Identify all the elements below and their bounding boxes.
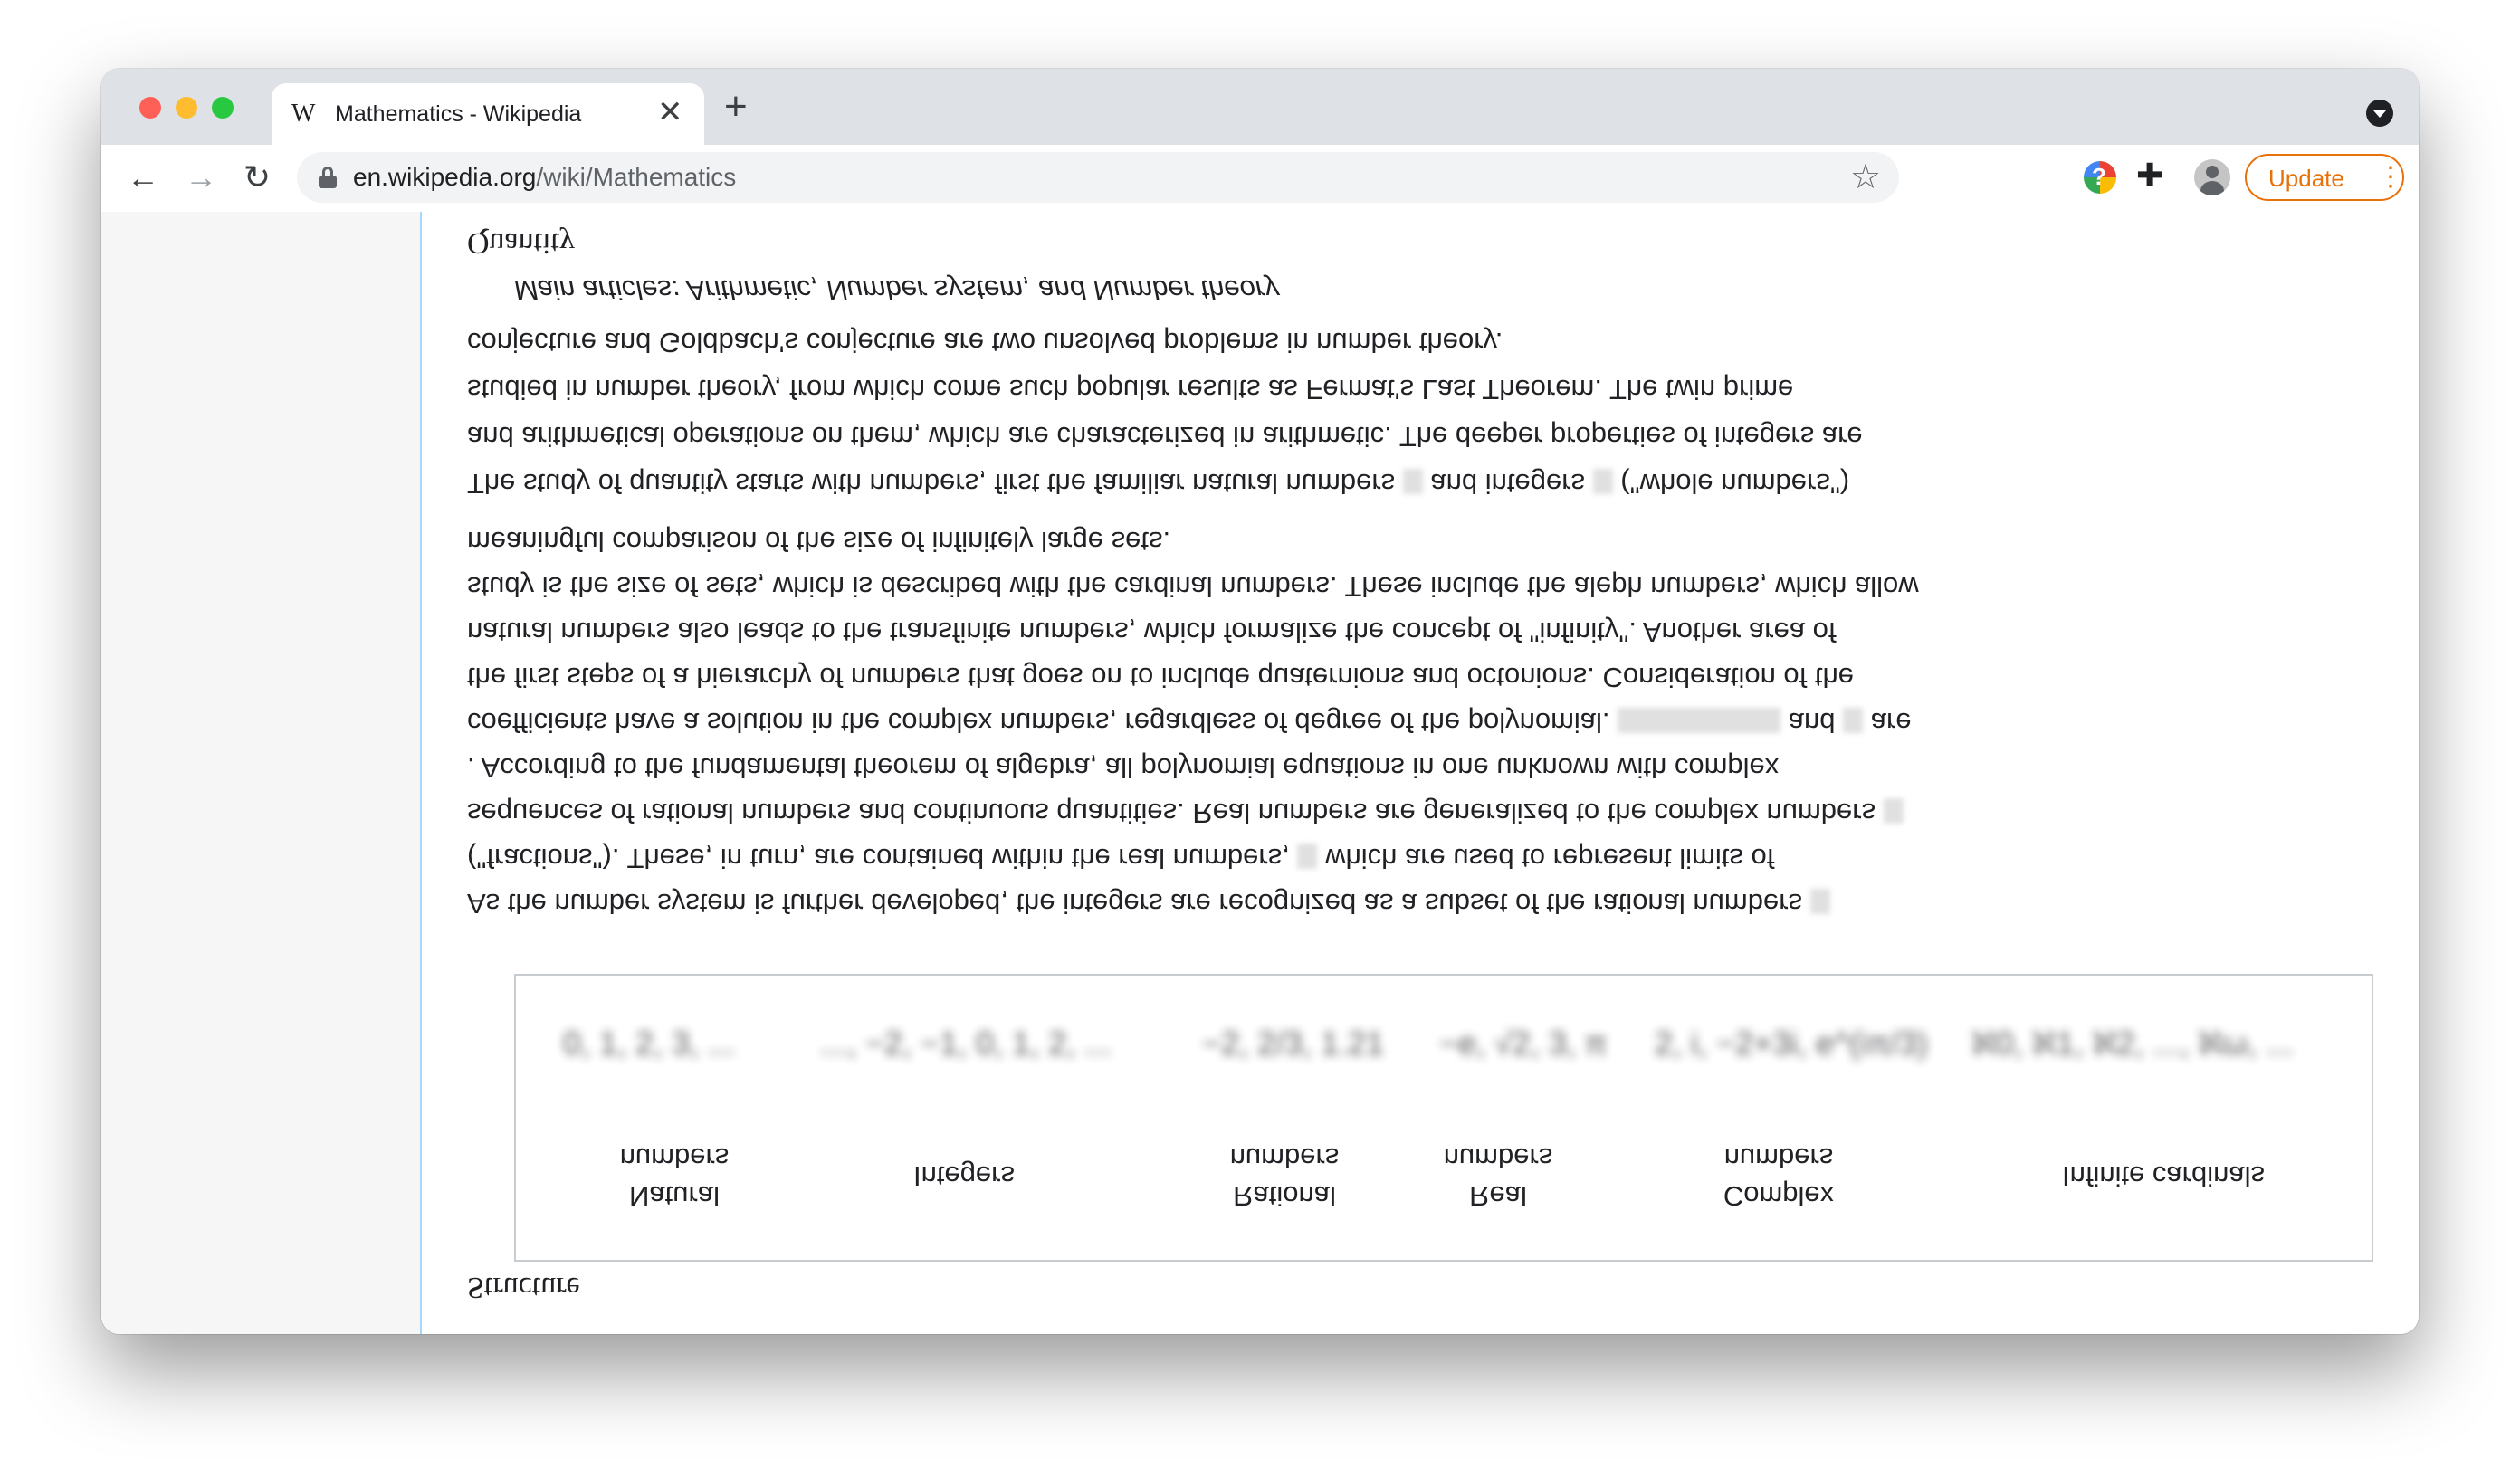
figure-label-real[interactable]: Real numbers [1421,1139,1575,1215]
number-systems-figure: 0, 1, 2, 3, ... ..., −2, −1, 0, 1, 2, ..… [514,974,2373,1262]
close-window-button[interactable] [139,97,161,119]
figure-label-infinite-cardinals[interactable]: Infinite cardinals [2000,1157,2326,1195]
browser-window: W Mathematics - Wikipedia ✕ + ← → ↻ en.w… [101,69,2419,1334]
paragraph-text: are [1870,707,1912,739]
paragraph-line: the first steps of a hierarchy of number… [467,662,1854,693]
extension-icon[interactable] [2084,161,2116,194]
figure-label-integers[interactable]: Integers [878,1157,1050,1195]
bookmark-star-icon[interactable]: ☆ [1850,157,1881,197]
figure-label-complex[interactable]: Complex numbers [1684,1139,1874,1215]
paragraph-line: coefficients have a solution in the comp… [467,704,1912,740]
paragraph-line: As the number system is further develope… [467,885,1830,921]
paragraph-text: and [1788,707,1836,739]
math-symbol [1809,889,1830,915]
minimize-window-button[interactable] [176,97,197,119]
more-menu-icon[interactable]: ⋮ [2377,162,2404,193]
update-button[interactable]: Update ⋮ [2245,154,2404,201]
wikipedia-sidebar [101,212,422,1334]
figure-formula: ℵ0, ℵ1, ℵ2, ..., ℵω, ... [1971,1025,2294,1062]
paragraph-line: conjecture and Goldbach's conjecture are… [467,327,1503,358]
math-symbol [1402,469,1423,495]
forward-button[interactable]: → [181,157,221,197]
paragraph-line: sequences of rational numbers and contin… [467,795,1904,831]
tab-search-icon[interactable] [2366,100,2393,127]
tab-mathematics[interactable]: W Mathematics - Wikipedia ✕ [272,83,704,145]
paragraph-line: studied in number theory, from which com… [467,374,1794,405]
paragraph-text: and integers [1430,468,1586,500]
figure-formula: −e, √2, 3, π [1439,1025,1608,1062]
paragraph-line: . According to the fundamental theorem o… [467,752,1780,784]
paragraph-line: meaningful comparison of the size of inf… [467,526,1171,558]
tab-title: Mathematics - Wikipedia [335,101,582,127]
math-symbol [1843,708,1864,734]
paragraph-text: ("fractions"). These, in turn, are conta… [467,843,1290,874]
close-tab-icon[interactable]: ✕ [657,94,683,130]
wikipedia-favicon-icon: W [291,100,316,128]
math-symbol [1592,469,1613,495]
paragraph-text: sequences of rational numbers and contin… [467,797,1876,829]
article-content: Quantity Main articles: Arithmetic, Numb… [467,212,2395,1334]
profile-avatar-icon[interactable] [2194,159,2230,195]
reload-button[interactable]: ↻ [237,157,277,197]
lock-icon[interactable] [319,167,337,188]
figure-formula: 2, i, −2+3i, e^(iπ/3) [1655,1025,1928,1062]
paragraph-text: coefficients have a solution in the comp… [467,707,1610,739]
math-symbol [1618,708,1781,734]
hatnote-text[interactable]: Main articles: Arithmetic, Number system… [514,274,1279,306]
figure-formula: 0, 1, 2, 3, ... [563,1025,736,1062]
url-path: /wiki/Mathematics [536,163,737,191]
paragraph-text: The study of quantity starts with number… [467,468,1396,500]
back-button[interactable]: ← [123,157,163,197]
figure-formula: −2, 2/3, 1.21 [1202,1025,1385,1062]
figure-label-natural[interactable]: Natural numbers [570,1139,778,1215]
url-text[interactable]: en.wikipedia.org/wiki/Mathematics [353,164,736,191]
paragraph-text: which are used to represent limits of [1325,843,1775,874]
new-tab-button[interactable]: + [724,87,748,127]
paragraph-text: ("whole numbers") [1620,468,1850,500]
math-symbol [1883,798,1904,825]
paragraph-line: The study of quantity starts with number… [467,465,1849,501]
section-heading-quantity: Quantity [467,226,575,260]
paragraph-text: As the number system is further develope… [467,888,1803,920]
paragraph-line: natural numbers also leads to the transf… [467,616,1837,648]
tab-strip: W Mathematics - Wikipedia ✕ + [101,69,2419,145]
url-host: en.wikipedia.org [353,163,537,191]
extensions-puzzle-icon[interactable]: ✚ [2136,156,2163,195]
math-symbol [1297,844,1318,870]
address-bar[interactable]: en.wikipedia.org/wiki/Mathematics ☆ [297,152,1899,203]
hatnote: Main articles: Arithmetic, Number system… [514,272,1279,308]
zoom-window-button[interactable] [212,97,234,119]
figure-label-rational[interactable]: Rational numbers [1180,1139,1389,1215]
paragraph-line: ("fractions"). These, in turn, are conta… [467,840,1774,876]
update-label: Update [2268,165,2344,192]
section-heading-structure: Structure [467,1271,580,1304]
web-page: Quantity Main articles: Arithmetic, Numb… [101,212,2419,1334]
browser-toolbar: ← → ↻ en.wikipedia.org/wiki/Mathematics … [101,145,2419,213]
figure-formula: ..., −2, −1, 0, 1, 2, ... [820,1025,1112,1062]
paragraph-line: and arithmetical operations on them, whi… [467,421,1863,453]
paragraph-line: study is the size of sets, which is desc… [467,571,1919,603]
